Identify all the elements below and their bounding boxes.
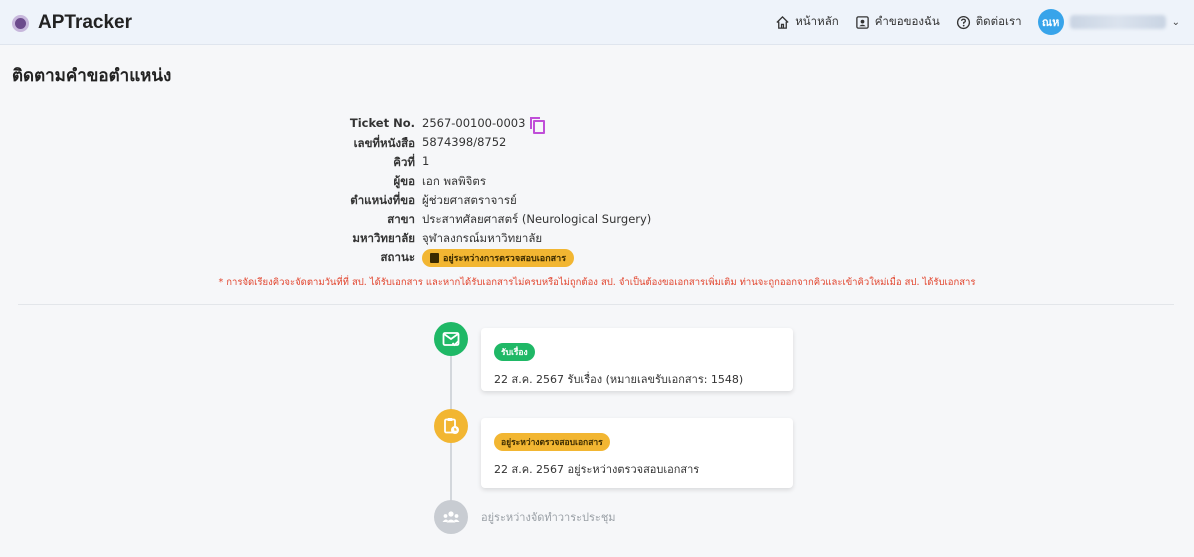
info-row-university: มหาวิทยาลัย จุฬาลงกรณ์มหาวิทยาลัย: [0, 230, 1194, 247]
status-badge: อยู่ระหว่างการตรวจสอบเอกสาร: [422, 249, 575, 267]
university-label: มหาวิทยาลัย: [352, 231, 415, 245]
avatar[interactable]: ณห: [1037, 9, 1064, 35]
logo-icon: [12, 14, 29, 32]
info-row-document: เลขที่หนังสือ 5874398/8752: [0, 135, 1194, 152]
info-row-position: ตำแหน่งที่ขอ ผู้ช่วยศาสตราจารย์: [0, 192, 1194, 209]
divider: [18, 304, 1174, 305]
home-icon: [776, 15, 789, 29]
mail-check-icon: [442, 332, 460, 347]
ticket-no-text: 2567-00100-0003: [422, 116, 526, 130]
timeline-card-review: อยู่ระหว่างตรวจสอบเอกสาร 22 ส.ค. 2567 อย…: [481, 418, 793, 488]
nav-home[interactable]: หน้าหลัก: [775, 13, 839, 31]
timeline-badge-received: รับเรื่อง: [494, 343, 535, 361]
timeline-step-review-icon: [434, 409, 468, 443]
user-name-redacted[interactable]: [1069, 15, 1166, 29]
document-clock-icon: [430, 253, 439, 263]
document-no-value: 5874398/8752: [422, 135, 507, 149]
group-icon: [442, 511, 460, 523]
help-icon: [956, 15, 970, 29]
info-row-queue: คิวที่ 1: [0, 154, 1194, 171]
position-value: ผู้ช่วยศาสตราจารย์: [422, 193, 517, 207]
requester-value: เอก พลพิจิตร: [422, 174, 487, 188]
nav-home-label: หน้าหลัก: [795, 14, 839, 28]
document-no-label: เลขที่หนังสือ: [353, 136, 415, 150]
field-label: สาขา: [387, 212, 415, 226]
nav-contact[interactable]: ติดต่อเรา: [956, 13, 1022, 31]
copy-icon[interactable]: [530, 116, 546, 134]
nav-my-requests[interactable]: คำขอของฉัน: [855, 13, 940, 31]
app-name: APTracker: [38, 12, 133, 33]
info-row-requester: ผู้ขอ เอก พลพิจิตร: [0, 173, 1194, 190]
id-card-icon: [855, 15, 869, 29]
top-nav: หน้าหลัก คำขอของฉัน ติดต่อเรา ณห ⌄: [759, 9, 1180, 35]
timeline-label-meeting: อยู่ระหว่างจัดทำวาระประชุม: [481, 511, 616, 524]
timeline-text-received: 22 ส.ค. 2567 รับเรื่อง (หมายเลขรับเอกสาร…: [494, 373, 744, 386]
queue-value: 1: [422, 154, 430, 168]
timeline-step-received-icon: [434, 322, 468, 356]
status-badge-text: อยู่ระหว่างการตรวจสอบเอกสาร: [443, 254, 567, 264]
university-value: จุฬาลงกรณ์มหาวิทยาลัย: [422, 231, 543, 245]
position-label: ตำแหน่งที่ขอ: [350, 193, 415, 207]
ticket-no-label: Ticket No.: [349, 116, 415, 130]
status-label: สถานะ: [380, 250, 415, 264]
info-row-ticket: Ticket No. 2567-00100-0003: [0, 116, 1194, 134]
top-bar: APTracker หน้าหลัก คำขอของฉัน ติดต่อเรา …: [0, 0, 1194, 45]
nav-my-requests-label: คำขอของฉัน: [874, 14, 940, 28]
info-row-field: สาขา ประสาทศัลยศาสตร์ (Neurological Surg…: [0, 211, 1194, 228]
ticket-no-value: 2567-00100-0003: [422, 116, 546, 134]
brand[interactable]: APTracker: [12, 12, 132, 34]
queue-notice: * การจัดเรียงคิวจะจัดตามวันที่ที่ สป. ได…: [218, 277, 976, 288]
chevron-down-icon[interactable]: ⌄: [1172, 17, 1180, 28]
queue-label: คิวที่: [393, 155, 415, 169]
clipboard-clock-icon: [444, 418, 459, 434]
nav-contact-label: ติดต่อเรา: [975, 14, 1022, 28]
field-value: ประสาทศัลยศาสตร์ (Neurological Surgery): [422, 212, 652, 226]
page-title: ติดตามคำขอตำแหน่ง: [12, 66, 172, 86]
info-row-status: สถานะ อยู่ระหว่างการตรวจสอบเอกสาร: [0, 249, 1194, 267]
timeline-step-meeting-icon: [434, 500, 468, 534]
status-value: อยู่ระหว่างการตรวจสอบเอกสาร: [422, 249, 575, 267]
requester-label: ผู้ขอ: [393, 174, 415, 188]
timeline-card-received: รับเรื่อง 22 ส.ค. 2567 รับเรื่อง (หมายเล…: [481, 328, 793, 391]
timeline-text-review: 22 ส.ค. 2567 อยู่ระหว่างตรวจสอบเอกสาร: [494, 463, 700, 476]
timeline-badge-review: อยู่ระหว่างตรวจสอบเอกสาร: [494, 433, 610, 451]
